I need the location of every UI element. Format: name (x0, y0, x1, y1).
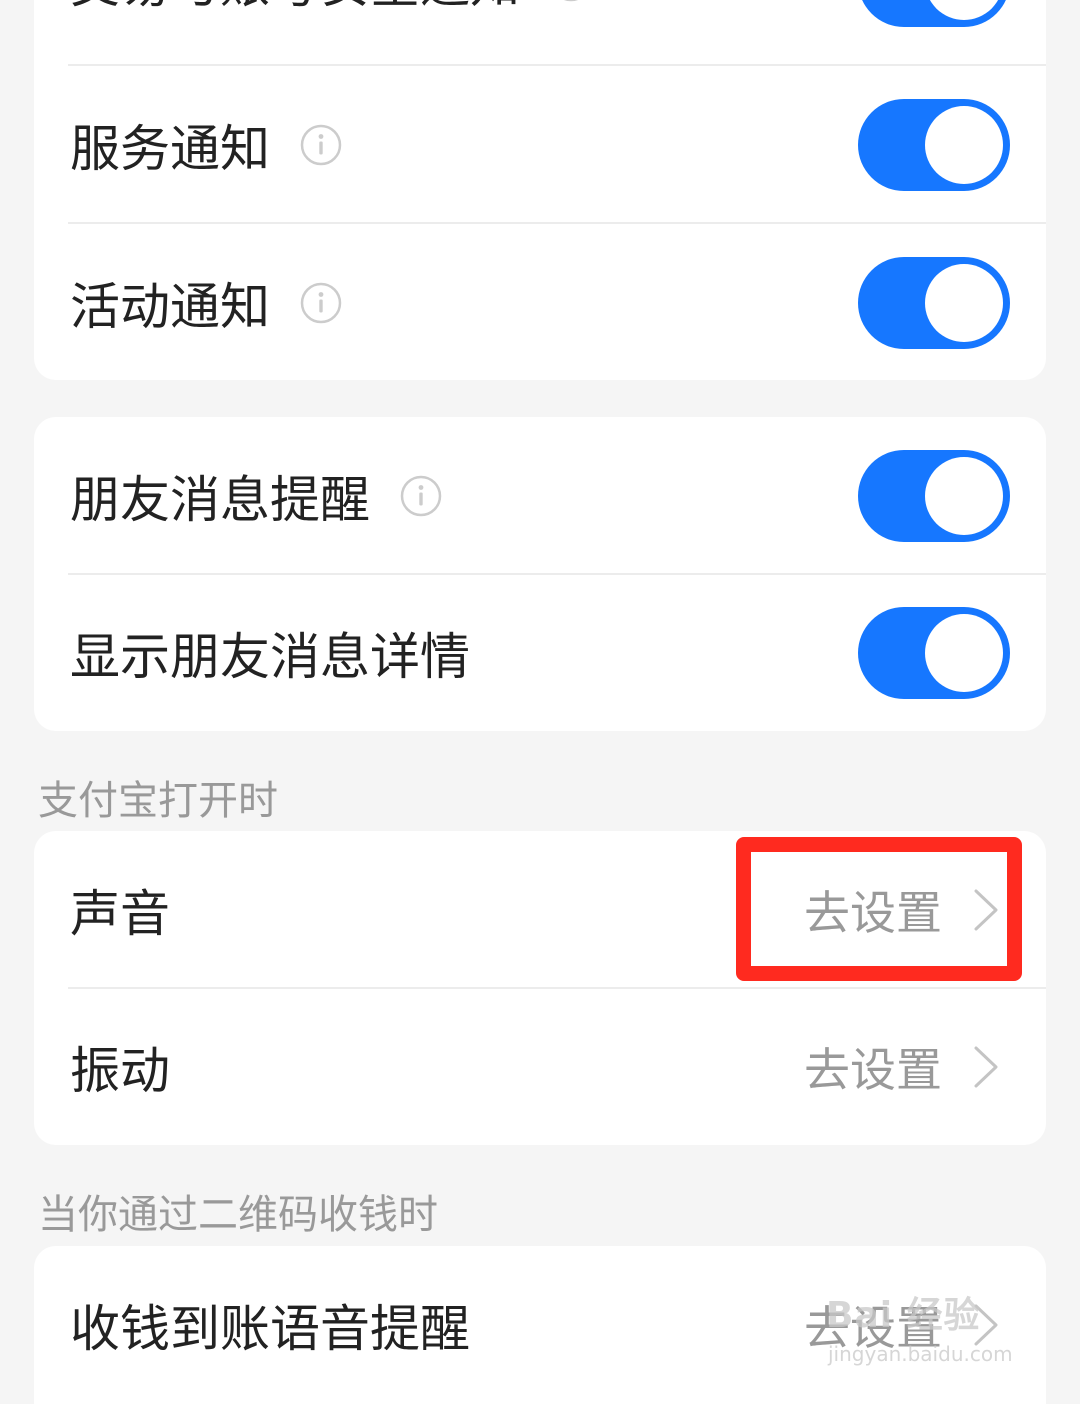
settings-row-service-notification: 服务通知 (34, 66, 1046, 224)
row-label: 交易与账号安全通知 (70, 0, 592, 17)
settings-row-vibration[interactable]: 振动 去设置 (34, 989, 1046, 1145)
toggle-knob (925, 0, 1003, 20)
toggle-knob (925, 457, 1003, 535)
go-settings-label: 去设置 (804, 1301, 942, 1355)
payment-voice-go-settings-link[interactable]: 去设置 (804, 1292, 1000, 1358)
chevron-right-icon (974, 1046, 998, 1088)
settings-row-show-friend-message-details: 显示朋友消息详情 (34, 575, 1046, 731)
go-settings-label: 去设置 (804, 886, 942, 940)
settings-row-friend-message-reminder: 朋友消息提醒 (34, 417, 1046, 575)
toggle-knob (925, 264, 1003, 342)
go-settings-label: 去设置 (804, 1043, 942, 1097)
settings-row-payment-voice-reminder[interactable]: 收钱到账语音提醒 去设置 (34, 1246, 1046, 1404)
row-label: 收钱到账语音提醒 (70, 1300, 470, 1358)
chevron-right-icon (974, 1304, 998, 1346)
sound-go-settings-link[interactable]: 去设置 (804, 877, 1000, 943)
row-label: 朋友消息提醒 (70, 460, 442, 532)
info-icon[interactable] (400, 475, 442, 517)
info-icon[interactable] (550, 0, 592, 2)
friend-message-reminder-toggle[interactable] (858, 450, 1010, 542)
activity-notification-toggle[interactable] (858, 257, 1010, 349)
settings-row-activity-notification: 活动通知 (34, 224, 1046, 380)
settings-row-account-security: 交易与账号安全通知 (34, 0, 1046, 60)
app-open-settings-card: 声音 去设置 振动 去设置 (34, 831, 1046, 1145)
section-header-app-open: 支付宝打开时 (38, 778, 278, 824)
notification-types-card: 交易与账号安全通知 服务通知 (34, 0, 1046, 380)
info-icon[interactable] (300, 282, 342, 324)
row-label: 显示朋友消息详情 (70, 628, 470, 686)
chevron-right-icon (974, 889, 998, 931)
info-icon[interactable] (300, 124, 342, 166)
settings-row-sound[interactable]: 声音 去设置 (34, 831, 1046, 989)
account-security-toggle[interactable] (858, 0, 1010, 27)
row-label: 服务通知 (70, 109, 342, 181)
service-notification-toggle[interactable] (858, 99, 1010, 191)
toggle-knob (925, 614, 1003, 692)
show-friend-message-details-toggle[interactable] (858, 607, 1010, 699)
row-label: 声音 (70, 885, 170, 943)
row-label: 振动 (70, 1042, 170, 1100)
vibration-go-settings-link[interactable]: 去设置 (804, 1034, 1000, 1100)
notification-settings-page: 交易与账号安全通知 服务通知 (0, 0, 1080, 1404)
friend-messages-card: 朋友消息提醒 显示朋友消息详情 (34, 417, 1046, 731)
toggle-knob (925, 106, 1003, 184)
qr-payment-settings-card: 收钱到账语音提醒 去设置 (34, 1246, 1046, 1404)
section-header-qr-payment: 当你通过二维码收钱时 (38, 1192, 438, 1238)
row-label: 活动通知 (70, 267, 342, 339)
